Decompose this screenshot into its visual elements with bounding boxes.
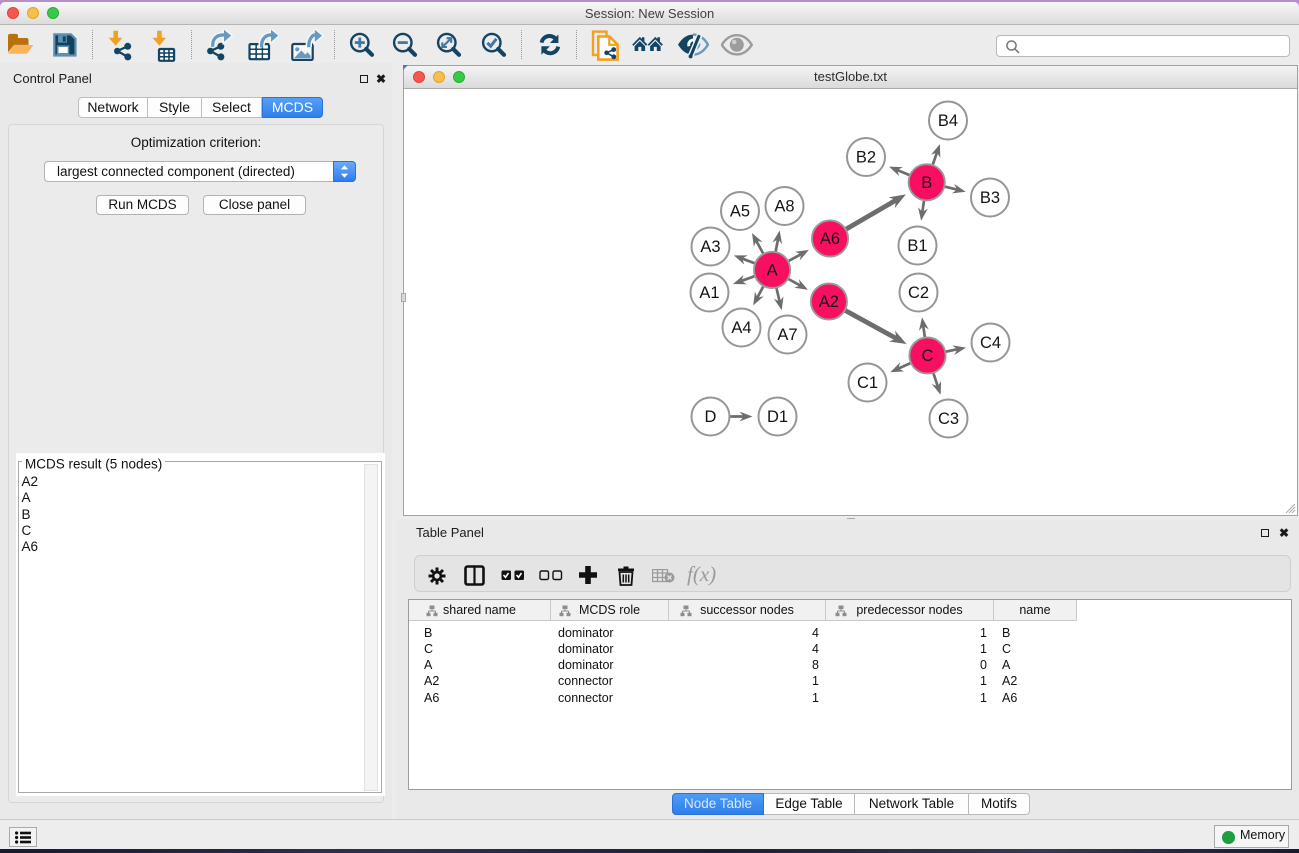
svg-text:A3: A3 — [700, 238, 720, 256]
svg-text:A2: A2 — [819, 293, 839, 311]
svg-text:A5: A5 — [730, 203, 750, 221]
svg-text:A4: A4 — [731, 319, 751, 337]
svg-text:B2: B2 — [856, 149, 876, 167]
svg-text:B1: B1 — [907, 237, 927, 255]
svg-text:D1: D1 — [767, 408, 788, 426]
svg-text:A8: A8 — [774, 198, 794, 216]
svg-text:C2: C2 — [908, 284, 929, 302]
svg-text:B3: B3 — [980, 189, 1000, 207]
svg-text:C: C — [922, 347, 934, 365]
svg-text:C1: C1 — [857, 374, 878, 392]
svg-text:B: B — [921, 174, 932, 192]
svg-text:A1: A1 — [699, 284, 719, 302]
svg-text:A: A — [767, 262, 778, 280]
svg-text:A6: A6 — [820, 230, 840, 248]
svg-text:D: D — [705, 408, 717, 426]
svg-text:A7: A7 — [777, 326, 797, 344]
svg-text:C4: C4 — [980, 334, 1001, 352]
svg-text:C3: C3 — [938, 410, 959, 428]
svg-text:B4: B4 — [938, 112, 958, 130]
